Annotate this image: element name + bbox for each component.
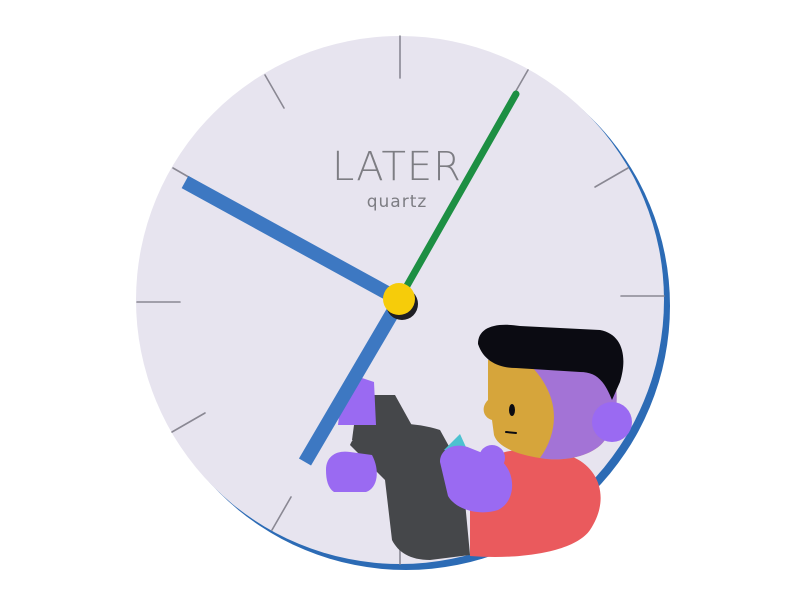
hand-left [479, 445, 505, 471]
ear [592, 402, 632, 442]
eye [509, 404, 515, 416]
brand-title: LATER [332, 144, 462, 190]
brand-subtitle: quartz [367, 192, 428, 212]
mouth [505, 431, 517, 434]
clock-illustration: LATER quartz [136, 35, 670, 570]
foot-bottom [326, 451, 377, 492]
center-pin [383, 283, 415, 315]
